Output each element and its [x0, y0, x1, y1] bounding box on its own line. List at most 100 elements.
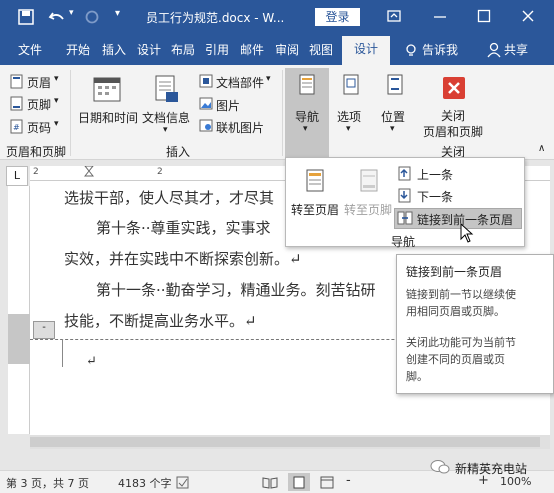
page-count[interactable]: 第 3 页，共 7 页 — [6, 475, 89, 491]
online-picture-button[interactable]: 联机图片 — [216, 119, 264, 136]
footer-dropdown-icon[interactable]: ▾ — [54, 96, 59, 106]
tab-design[interactable]: 设计 — [137, 41, 161, 58]
tab-view[interactable]: 视图 — [309, 41, 333, 58]
previous-icon — [398, 166, 411, 181]
header-button[interactable]: 页眉 — [27, 74, 51, 91]
group-label-header-footer: 页眉和页脚 — [6, 145, 67, 159]
ruler-mark: 2 — [33, 167, 39, 177]
next-button[interactable]: 下一条 — [417, 188, 453, 205]
tab-review[interactable]: 审阅 — [275, 41, 299, 58]
quick-parts-button[interactable]: 文档部件 — [216, 74, 264, 91]
share-person-icon — [487, 42, 501, 58]
doc-line: 技能，不断提高业务水平。↵ — [64, 312, 257, 330]
mouse-cursor-icon — [460, 223, 474, 243]
group-separator — [282, 70, 283, 156]
picture-icon — [199, 97, 213, 110]
tooltip-title: 链接到前一条页眉 — [406, 265, 503, 279]
tooltip-text: 链接到前一节以继续使 — [406, 288, 516, 301]
save-icon[interactable] — [18, 9, 34, 25]
goto-header-icon — [306, 169, 324, 192]
proofing-icon[interactable] — [176, 476, 190, 489]
doc-line: 第十一条··勤奋学习，精通业务。刻苦钻研 — [96, 281, 376, 299]
picture-button[interactable]: 图片 — [216, 97, 240, 114]
quick-parts-dropdown-icon[interactable]: ▾ — [266, 74, 271, 84]
document-info-icon — [155, 75, 178, 102]
document-info-dropdown-icon[interactable]: ▾ — [163, 125, 168, 135]
tab-home[interactable]: 开始 — [66, 41, 90, 58]
tooltip-text: 脚。 — [406, 370, 428, 383]
indent-marker-icon[interactable] — [84, 166, 94, 181]
tab-selector[interactable]: L — [6, 166, 28, 186]
navigation-label: 导航 — [295, 110, 320, 124]
tooltip-text: 用相同页眉或页脚。 — [406, 305, 505, 318]
vertical-ruler — [8, 186, 30, 434]
ribbon-tab-bar: 文件 开始 插入 设计 布局 引用 邮件 审阅 视图 设计 告诉我 共享 — [0, 33, 554, 65]
undo-icon[interactable] — [48, 9, 66, 25]
quick-parts-icon — [199, 74, 213, 88]
date-time-button[interactable]: 日期和时间 — [78, 109, 138, 126]
navigation-dropdown-icon: ▾ — [303, 124, 308, 134]
navigation-icon — [299, 74, 315, 95]
zoom-out-button[interactable]: - — [346, 473, 351, 488]
header-dropdown-icon[interactable]: ▾ — [54, 74, 59, 84]
doc-line: 实效，并在实践中不断探索创新。↵ — [64, 250, 302, 268]
options-icon — [343, 74, 359, 95]
ruler-margin-band — [8, 314, 30, 364]
previous-button[interactable]: 上一条 — [417, 166, 453, 183]
options-dropdown-icon[interactable]: ▾ — [346, 124, 351, 134]
position-button[interactable]: 位置 — [381, 108, 405, 125]
group-separator — [70, 70, 71, 156]
quick-access-dropdown-icon[interactable]: ▾ — [115, 8, 120, 19]
undo-dropdown-icon[interactable]: ▾ — [69, 8, 74, 18]
tab-mailings[interactable]: 邮件 — [240, 41, 264, 58]
tab-layout[interactable]: 布局 — [171, 41, 195, 58]
word-count[interactable]: 4183 个字 — [118, 475, 172, 491]
goto-header-button[interactable]: 转至页眉 — [291, 201, 339, 218]
close-header-footer-label-1[interactable]: 关闭 — [441, 107, 465, 124]
navigation-group-label: 导航 — [391, 235, 416, 249]
horizontal-scrollbar[interactable] — [30, 435, 550, 449]
ruler-mark: 2 — [157, 167, 163, 177]
title-bar: ▾ ▾ 员工行为规范.docx - W... 登录 — [0, 0, 554, 33]
tab-header-footer-design[interactable]: 设计 — [342, 36, 390, 65]
link-to-previous-tooltip: 链接到前一条页眉 链接到前一节以继续使 用相同页眉或页脚。 关闭此功能可为当前节… — [396, 254, 554, 394]
header-icon — [10, 74, 23, 89]
footer-icon — [10, 96, 23, 111]
close-icon[interactable] — [521, 9, 535, 23]
online-picture-icon — [199, 119, 213, 132]
doc-line: 第十条··尊重实践，实事求 — [96, 219, 271, 237]
tooltip-text: 关闭此功能可为当前节 — [406, 336, 516, 349]
share-button[interactable]: 共享 — [504, 41, 528, 58]
tooltip-text: 创建不同的页眉或页 — [406, 353, 505, 366]
page-number-button[interactable]: 页码 — [27, 119, 51, 136]
options-button[interactable]: 选项 — [337, 108, 361, 125]
tab-file[interactable]: 文件 — [18, 41, 42, 58]
close-header-footer-icon — [443, 77, 465, 99]
wechat-logo-icon — [430, 460, 450, 474]
tab-references[interactable]: 引用 — [205, 41, 229, 58]
scroll-thumb[interactable] — [30, 437, 540, 447]
position-dropdown-icon[interactable]: ▾ — [390, 124, 395, 134]
footer-tag: - — [33, 321, 55, 339]
goto-footer-button: 转至页脚 — [344, 203, 393, 217]
close-header-footer-button[interactable]: 页眉和页脚 — [423, 123, 483, 140]
tell-me-box[interactable]: 告诉我 — [422, 41, 458, 58]
ribbon-display-icon[interactable] — [387, 10, 401, 22]
redo-icon[interactable] — [84, 9, 100, 25]
collapse-ribbon-icon[interactable]: ∧ — [538, 143, 545, 154]
document-info-button[interactable]: 文档信息 — [142, 109, 190, 126]
maximize-icon[interactable] — [477, 9, 491, 23]
minimize-icon[interactable] — [433, 10, 447, 22]
page-number-dropdown-icon[interactable]: ▾ — [54, 119, 59, 129]
cursor-paragraph-mark[interactable]: ↵ — [86, 354, 97, 369]
doc-line: 选拔干部，使人尽其才，才尽其 — [64, 189, 275, 207]
web-layout-icon[interactable] — [320, 476, 334, 489]
tab-insert[interactable]: 插入 — [102, 41, 126, 58]
link-to-previous-icon — [397, 211, 413, 225]
footer-button[interactable]: 页脚 — [27, 96, 51, 113]
read-mode-icon[interactable] — [262, 476, 278, 489]
watermark-text: 新精英充电站 — [455, 462, 528, 476]
login-button[interactable]: 登录 — [315, 8, 360, 26]
print-layout-icon — [293, 476, 305, 489]
svg-text:#: # — [13, 123, 20, 132]
